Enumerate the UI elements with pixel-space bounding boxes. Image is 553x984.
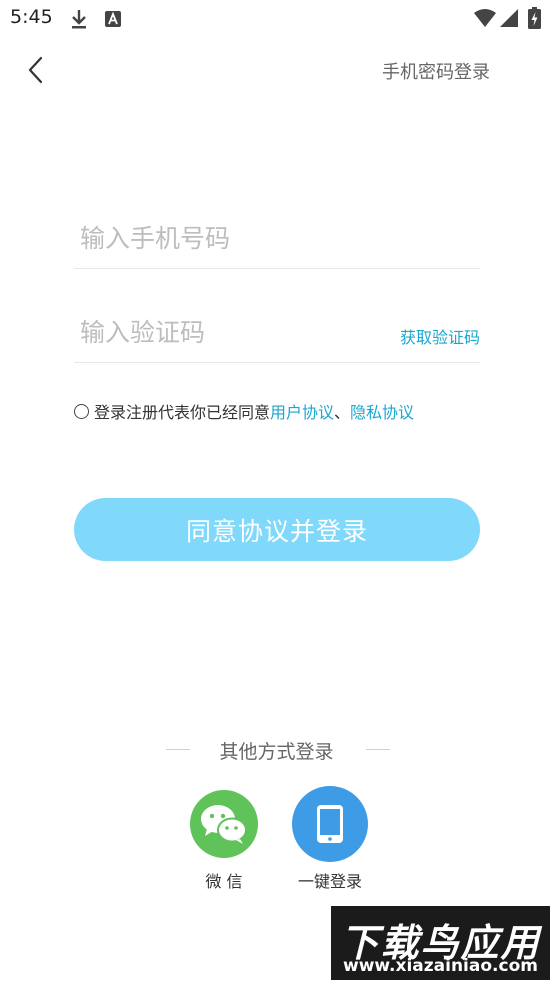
one-click-login-button[interactable]: 一键登录 [292, 786, 368, 892]
divider-right [366, 749, 390, 750]
user-agreement-link[interactable]: 用户协议 [270, 399, 334, 423]
download-icon [72, 10, 86, 29]
agreement-text: 登录注册代表你已经同意 [94, 403, 271, 422]
phone-field [74, 210, 480, 269]
phone-input[interactable] [74, 210, 370, 266]
back-button[interactable] [20, 52, 56, 88]
status-bar: 5:45 [0, 0, 553, 38]
wechat-circle [190, 790, 258, 858]
code-field: 获取验证码 [74, 304, 480, 363]
watermark: 下载鸟应用 www.xiazainiao.com [331, 906, 550, 980]
signal-icon [500, 9, 518, 27]
wechat-login-button[interactable]: 微 信 [186, 790, 262, 892]
one-click-circle [292, 786, 368, 862]
status-time: 5:45 [10, 6, 53, 28]
agreement-row: 登录注册代表你已经同意 用户协议 、 隐私协议 [74, 400, 414, 422]
privacy-agreement-link[interactable]: 隐私协议 [350, 399, 414, 423]
phone-icon [317, 805, 343, 843]
one-click-label: 一键登录 [297, 872, 362, 891]
agreement-radio[interactable] [74, 403, 89, 419]
wechat-icon [201, 805, 247, 844]
battery-icon [528, 7, 541, 29]
other-login-title: 其他方式登录 [219, 741, 334, 763]
get-code-button[interactable]: 获取验证码 [400, 324, 480, 348]
agree-and-login-button[interactable]: 同意协议并登录 [74, 498, 480, 561]
wechat-label: 微 信 [205, 872, 243, 891]
phone-password-login-link[interactable]: 手机密码登录 [382, 58, 490, 84]
wifi-icon [474, 9, 496, 27]
a-notification-icon [105, 11, 121, 27]
agreement-separator: 、 [334, 403, 351, 422]
code-input[interactable] [74, 304, 370, 360]
chevron-left-icon [28, 56, 43, 84]
watermark-url: www.xiazainiao.com [343, 956, 538, 976]
